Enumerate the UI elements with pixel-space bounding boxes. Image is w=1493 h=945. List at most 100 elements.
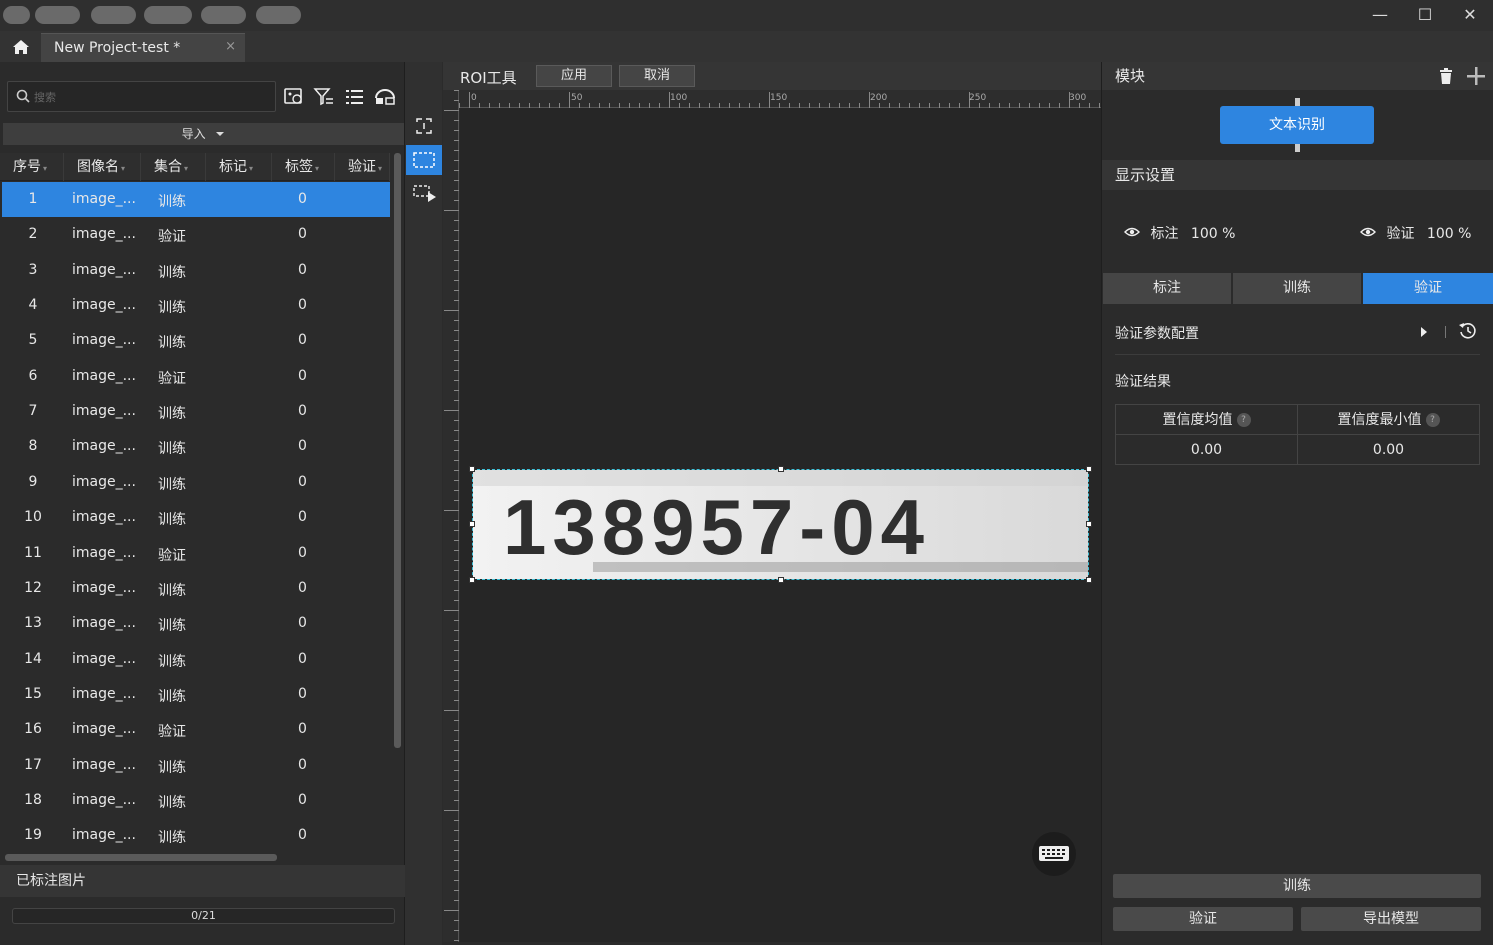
tab-verify[interactable]: 验证 bbox=[1363, 273, 1493, 304]
verify-result-table: 置信度均值? 置信度最小值? 0.00 0.00 bbox=[1115, 404, 1480, 465]
row-image-name: image_... bbox=[72, 403, 136, 420]
table-row[interactable]: 19 image_... 训练 0 bbox=[2, 818, 390, 853]
annotation-visibility[interactable]: 标注 100 % bbox=[1124, 223, 1235, 243]
tab-close-icon[interactable]: × bbox=[225, 39, 236, 54]
row-set: 训练 bbox=[158, 441, 186, 458]
col-label[interactable]: 标签 ▾ bbox=[272, 153, 335, 181]
row-image-name: image_... bbox=[72, 261, 136, 278]
col-mark[interactable]: 标记 ▾ bbox=[206, 153, 272, 181]
add-icon[interactable] bbox=[1466, 66, 1486, 86]
menu-pill[interactable] bbox=[3, 6, 30, 24]
row-image-name: image_... bbox=[72, 721, 136, 738]
table-row[interactable]: 7 image_... 训练 0 bbox=[2, 394, 390, 429]
tab-annotation[interactable]: 标注 bbox=[1103, 273, 1231, 304]
row-index: 12 bbox=[24, 579, 42, 596]
row-label-count: 0 bbox=[298, 615, 307, 632]
row-index: 17 bbox=[24, 756, 42, 773]
col-image-name[interactable]: 图像名 ▾ bbox=[64, 153, 141, 181]
roi-handle[interactable] bbox=[1086, 521, 1092, 527]
table-row[interactable]: 12 image_... 训练 0 bbox=[2, 571, 390, 606]
row-set: 训练 bbox=[158, 794, 186, 811]
tab-title: New Project-test * bbox=[54, 40, 181, 56]
trash-icon[interactable] bbox=[1437, 67, 1455, 85]
table-row[interactable]: 6 image_... 验证 0 bbox=[2, 359, 390, 394]
roi-handle[interactable] bbox=[469, 577, 475, 583]
history-icon[interactable] bbox=[1458, 321, 1478, 345]
col-set[interactable]: 集合 ▾ bbox=[141, 153, 206, 181]
search-input[interactable]: 搜索 bbox=[7, 81, 276, 112]
list-view-icon[interactable] bbox=[344, 86, 366, 108]
close-button[interactable]: ✕ bbox=[1455, 4, 1485, 26]
col-verify[interactable]: 验证 ▾ bbox=[335, 153, 390, 181]
module-panel: 模块 文本识别 显示设置 标注 100 % 验证 100 % 标注 训练 验证 … bbox=[1101, 62, 1493, 945]
row-image-name: image_... bbox=[72, 509, 136, 526]
menu-pill[interactable] bbox=[35, 6, 80, 24]
keyboard-icon[interactable] bbox=[1032, 832, 1076, 876]
maximize-button[interactable]: ☐ bbox=[1410, 4, 1440, 26]
import-button[interactable]: 导入 bbox=[3, 123, 404, 145]
vertical-scrollbar[interactable] bbox=[394, 153, 401, 748]
row-label-count: 0 bbox=[298, 473, 307, 490]
train-button[interactable]: 训练 bbox=[1113, 874, 1481, 898]
table-row[interactable]: 15 image_... 训练 0 bbox=[2, 677, 390, 712]
verify-visibility[interactable]: 验证 100 % bbox=[1360, 223, 1471, 243]
fit-view-icon[interactable] bbox=[406, 112, 442, 142]
table-row[interactable]: 4 image_... 训练 0 bbox=[2, 288, 390, 323]
table-row[interactable]: 1 image_... 训练 0 bbox=[2, 182, 390, 217]
table-row[interactable]: 10 image_... 训练 0 bbox=[2, 500, 390, 535]
verify-params-label[interactable]: 验证参数配置 bbox=[1115, 323, 1199, 343]
table-row[interactable]: 5 image_... 训练 0 bbox=[2, 323, 390, 358]
home-icon[interactable] bbox=[8, 36, 34, 58]
roi-handle[interactable] bbox=[778, 466, 784, 472]
display-settings-title: 显示设置 bbox=[1115, 166, 1176, 184]
export-model-button[interactable]: 导出模型 bbox=[1301, 907, 1481, 931]
row-set: 训练 bbox=[158, 300, 186, 317]
text-recognition-module[interactable]: 文本识别 bbox=[1220, 106, 1374, 144]
help-icon[interactable]: ? bbox=[1425, 413, 1440, 427]
table-row[interactable]: 9 image_... 训练 0 bbox=[2, 465, 390, 500]
roi-handle[interactable] bbox=[1086, 577, 1092, 583]
menu-pill[interactable] bbox=[256, 6, 301, 24]
tab-train[interactable]: 训练 bbox=[1233, 273, 1361, 304]
minimize-button[interactable]: — bbox=[1365, 4, 1395, 26]
row-index: 9 bbox=[28, 473, 38, 490]
cancel-button[interactable]: 取消 bbox=[619, 65, 695, 87]
menu-pill[interactable] bbox=[91, 6, 136, 24]
horizontal-scrollbar[interactable] bbox=[5, 854, 277, 861]
table-row[interactable]: 18 image_... 训练 0 bbox=[2, 783, 390, 818]
table-row[interactable]: 8 image_... 训练 0 bbox=[2, 429, 390, 464]
row-image-name: image_... bbox=[72, 473, 136, 490]
verify-button[interactable]: 验证 bbox=[1113, 907, 1293, 931]
row-set: 训练 bbox=[158, 194, 186, 210]
roi-selection[interactable] bbox=[472, 469, 1089, 580]
menu-pill[interactable] bbox=[201, 6, 246, 24]
expand-arrow-icon[interactable] bbox=[1420, 326, 1428, 342]
roi-handle[interactable] bbox=[469, 521, 475, 527]
roi-handle[interactable] bbox=[778, 577, 784, 583]
row-index: 16 bbox=[24, 721, 42, 738]
row-index: 14 bbox=[24, 650, 42, 667]
menu-pill[interactable] bbox=[144, 6, 192, 24]
row-image-name: image_... bbox=[72, 297, 136, 314]
table-row[interactable]: 11 image_... 验证 0 bbox=[2, 536, 390, 571]
filter-icon[interactable] bbox=[313, 86, 335, 108]
image-settings-icon[interactable] bbox=[283, 86, 305, 108]
table-row[interactable]: 14 image_... 训练 0 bbox=[2, 642, 390, 677]
tab-project[interactable]: New Project-test * × bbox=[41, 33, 245, 62]
rect-select-icon[interactable] bbox=[406, 145, 442, 175]
table-row[interactable]: 3 image_... 训练 0 bbox=[2, 253, 390, 288]
help-icon[interactable]: ? bbox=[1236, 413, 1251, 427]
col-index[interactable]: 序号 ▾ bbox=[0, 153, 64, 181]
table-row[interactable]: 16 image_... 验证 0 bbox=[2, 712, 390, 747]
search-placeholder: 搜索 bbox=[34, 91, 56, 104]
table-row[interactable]: 2 image_... 验证 0 bbox=[2, 217, 390, 252]
move-roi-icon[interactable] bbox=[406, 180, 442, 210]
image-list-panel: 搜索 导入 序号 ▾ 图像名 ▾ 集合 ▾ 标记 ▾ 标签 ▾ 验证 ▾ 1 image_..… bbox=[0, 62, 405, 945]
roi-handle[interactable] bbox=[1086, 466, 1092, 472]
table-row[interactable]: 17 image_... 训练 0 bbox=[2, 748, 390, 783]
gallery-view-icon[interactable] bbox=[374, 86, 396, 108]
col-confidence-mean: 置信度均值? bbox=[1116, 405, 1298, 435]
apply-button[interactable]: 应用 bbox=[536, 65, 612, 87]
roi-handle[interactable] bbox=[469, 466, 475, 472]
table-row[interactable]: 13 image_... 训练 0 bbox=[2, 606, 390, 641]
